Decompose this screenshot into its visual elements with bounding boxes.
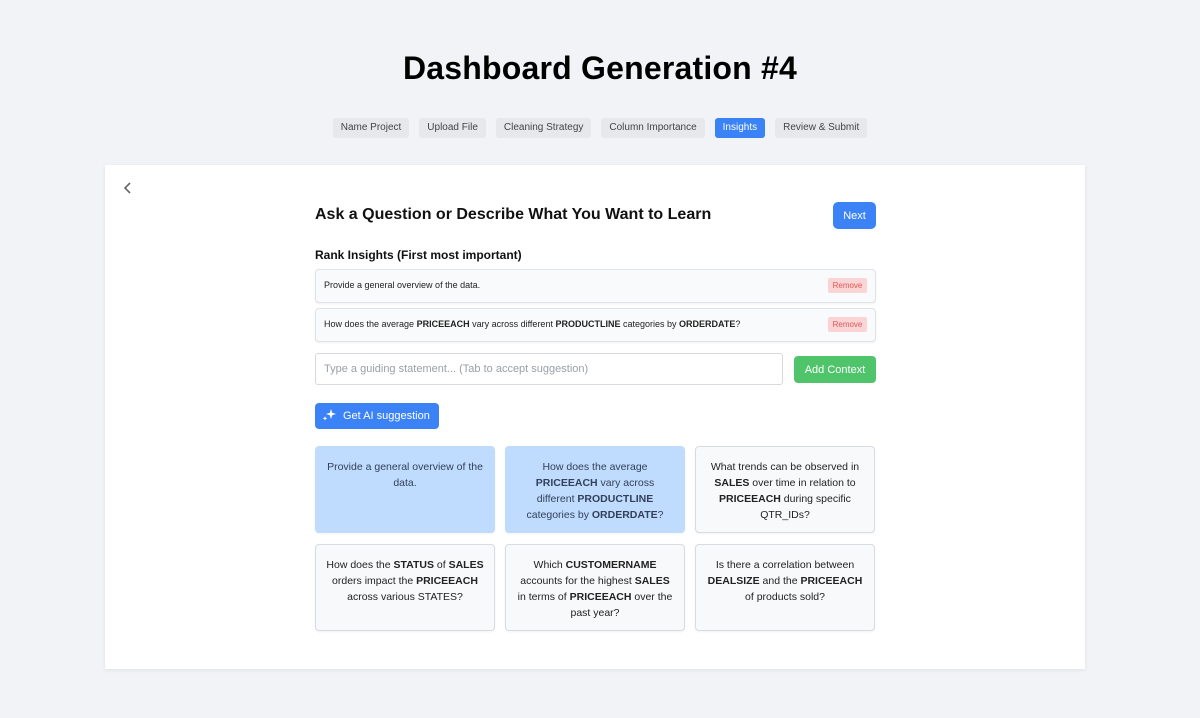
rank-insights-label: Rank Insights (First most important) <box>315 248 522 262</box>
ranked-insight-item[interactable]: Provide a general overview of the data. … <box>315 269 876 303</box>
remove-button[interactable]: Remove <box>828 317 867 332</box>
ranked-insight-text: Provide a general overview of the data. <box>324 280 481 290</box>
back-arrow-icon[interactable] <box>120 180 136 196</box>
suggestion-card[interactable]: Is there a correlation between DEALSIZE … <box>695 544 875 631</box>
suggestion-card[interactable]: What trends can be observed in SALES ove… <box>695 446 875 533</box>
step-review-submit[interactable]: Review & Submit <box>775 118 868 138</box>
step-cleaning-strategy[interactable]: Cleaning Strategy <box>495 118 592 138</box>
suggestion-card[interactable]: Which CUSTOMERNAME accounts for the high… <box>505 544 685 631</box>
step-column-importance[interactable]: Column Importance <box>601 118 705 138</box>
step-insights[interactable]: Insights <box>714 118 766 138</box>
guiding-statement-input[interactable] <box>315 353 783 385</box>
ai-suggestion-label: Get AI suggestion <box>343 410 430 422</box>
ranked-insight-text: How does the average PRICEEACH vary acro… <box>324 319 741 329</box>
main-card: Ask a Question or Describe What You Want… <box>105 165 1085 669</box>
add-context-button[interactable]: Add Context <box>794 356 876 383</box>
page-title: Dashboard Generation #4 <box>402 50 798 86</box>
step-name-project[interactable]: Name Project <box>332 118 410 138</box>
step-upload-file[interactable]: Upload File <box>419 118 486 138</box>
next-button[interactable]: Next <box>833 202 876 229</box>
suggestion-grid: Provide a general overview of the data. … <box>315 446 876 631</box>
remove-button[interactable]: Remove <box>828 278 867 293</box>
step-tabs: Name Project Upload File Cleaning Strate… <box>0 118 1200 138</box>
suggestion-card[interactable]: Provide a general overview of the data. <box>315 446 495 533</box>
panel-heading: Ask a Question or Describe What You Want… <box>315 206 712 223</box>
ranked-insight-item[interactable]: How does the average PRICEEACH vary acro… <box>315 308 876 342</box>
ai-suggestion-button[interactable]: Get AI suggestion <box>315 403 439 429</box>
sparkle-icon <box>321 408 337 424</box>
suggestion-card[interactable]: How does the STATUS of SALES orders impa… <box>315 544 495 631</box>
suggestion-card[interactable]: How does the average PRICEEACH vary acro… <box>505 446 685 533</box>
